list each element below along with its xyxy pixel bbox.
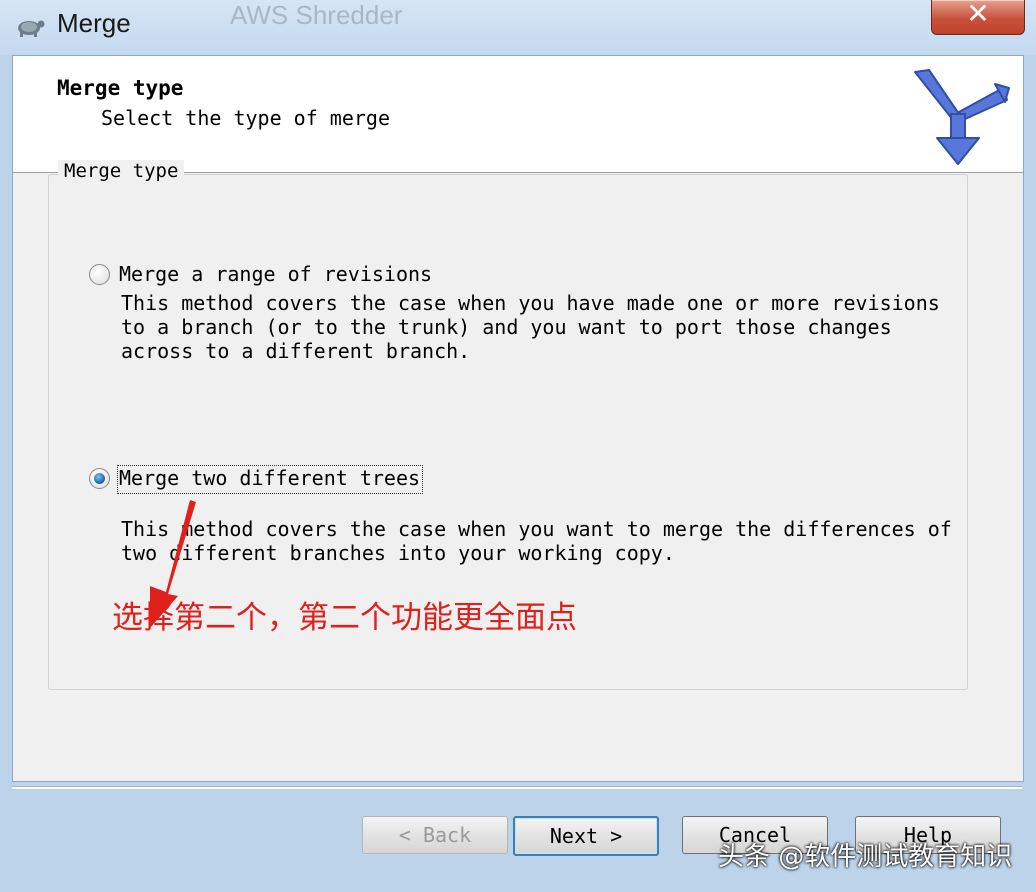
- annotation-text: 选择第二个，第二个功能更全面点: [112, 600, 577, 636]
- watermark: 头条 @软件测试教育知识: [718, 842, 1013, 872]
- option-label-merge-range[interactable]: Merge a range of revisions: [119, 262, 432, 286]
- back-button[interactable]: < Back: [362, 816, 508, 854]
- next-button[interactable]: Next >: [513, 816, 659, 856]
- radio-merge-trees[interactable]: [89, 468, 110, 489]
- close-icon: ✕: [966, 0, 990, 30]
- option-description-merge-range: This method covers the case when you hav…: [121, 291, 940, 363]
- separator: [12, 786, 1022, 789]
- close-button[interactable]: ✕: [931, 0, 1025, 35]
- option-description-merge-trees: This method covers the case when you wan…: [121, 517, 952, 565]
- merge-arrow-icon: [914, 69, 1010, 165]
- page-subtitle: Select the type of merge: [101, 106, 390, 130]
- wizard-header: Merge type Select the type of merge: [13, 56, 1023, 173]
- window-title: Merge: [57, 8, 131, 38]
- option-label-merge-trees[interactable]: Merge two different trees: [119, 466, 420, 490]
- background-window-title: AWS Shredder: [230, 0, 403, 30]
- page-title: Merge type: [57, 76, 184, 100]
- title-bar[interactable]: AWS Shredder Merge ✕: [0, 0, 1036, 55]
- group-label: Merge type: [58, 160, 185, 182]
- tortoise-icon: [18, 20, 45, 37]
- radio-merge-range[interactable]: [89, 264, 110, 285]
